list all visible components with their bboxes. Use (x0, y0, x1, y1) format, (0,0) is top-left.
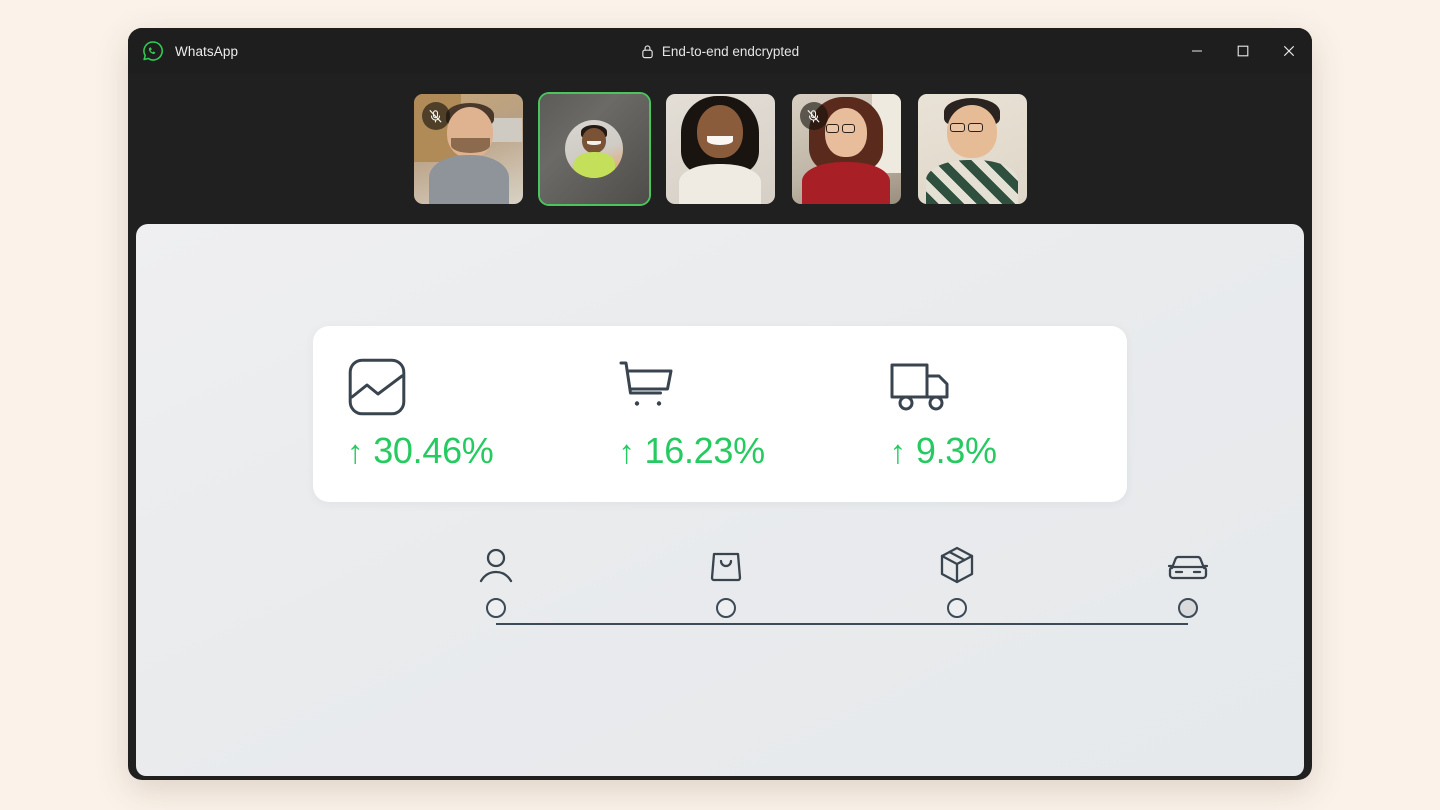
funnel-step[interactable] (1160, 542, 1216, 618)
participant-video (917, 94, 1027, 204)
step-node[interactable] (947, 598, 967, 618)
metric-value: ↑ 16.23% (618, 430, 765, 472)
participant-tile[interactable] (791, 94, 901, 204)
participants-strip (128, 74, 1312, 224)
funnel-step[interactable] (929, 542, 985, 618)
metric-percent: 9.3% (915, 430, 997, 471)
package-box-icon (939, 542, 975, 584)
funnel-stepper (479, 542, 1208, 632)
metric-percent: 16.23% (644, 430, 766, 471)
metric-item: ↑ 30.46% (313, 326, 584, 502)
stepper-track (496, 623, 1188, 625)
trend-up-arrow-icon: ↑ (889, 432, 907, 470)
whatsapp-call-window: WhatsApp End-to-end endcrypted ↑ 30.46% … (128, 28, 1312, 780)
lock-icon (641, 44, 654, 59)
user-icon (479, 542, 513, 584)
step-node[interactable] (1178, 598, 1198, 618)
participant-tile[interactable] (413, 94, 523, 204)
app-title: WhatsApp (175, 43, 239, 59)
chart-image-icon (347, 356, 407, 418)
shopping-cart-icon (618, 356, 678, 418)
title-bar-left: WhatsApp (128, 40, 238, 62)
trend-up-arrow-icon: ↑ (618, 432, 635, 470)
metrics-card: ↑ 30.46% ↑ 16.23% ↑ 9.3% (313, 326, 1127, 502)
funnel-step[interactable] (698, 542, 754, 618)
minimize-icon[interactable] (1174, 28, 1220, 74)
metric-item: ↑ 9.3% (856, 326, 1127, 502)
window-controls (1174, 28, 1312, 74)
delivery-truck-icon (890, 356, 956, 418)
metric-value: ↑ 9.3% (890, 430, 997, 472)
participant-tile[interactable] (665, 94, 775, 204)
whatsapp-logo-icon (142, 40, 164, 62)
trend-up-arrow-icon: ↑ (347, 432, 364, 470)
shared-screen-stage: ↑ 30.46% ↑ 16.23% ↑ 9.3% (136, 224, 1304, 776)
participant-tile[interactable] (539, 94, 649, 204)
maximize-icon[interactable] (1220, 28, 1266, 74)
car-icon (1168, 542, 1208, 584)
close-icon[interactable] (1266, 28, 1312, 74)
participant-video (665, 94, 775, 204)
participant-tile[interactable] (917, 94, 1027, 204)
encryption-indicator: End-to-end endcrypted (128, 28, 1312, 74)
step-node[interactable] (486, 598, 506, 618)
mic-off-icon (421, 102, 450, 130)
funnel-step[interactable] (468, 542, 524, 618)
shopping-bag-icon (710, 542, 742, 584)
metric-percent: 30.46% (373, 430, 494, 471)
step-node[interactable] (716, 598, 736, 618)
mic-off-icon (799, 102, 828, 130)
encryption-label: End-to-end endcrypted (661, 43, 800, 59)
metric-value: ↑ 30.46% (347, 430, 494, 472)
metric-item: ↑ 16.23% (584, 326, 855, 502)
avatar (565, 120, 623, 178)
title-bar: WhatsApp End-to-end endcrypted (128, 28, 1312, 74)
